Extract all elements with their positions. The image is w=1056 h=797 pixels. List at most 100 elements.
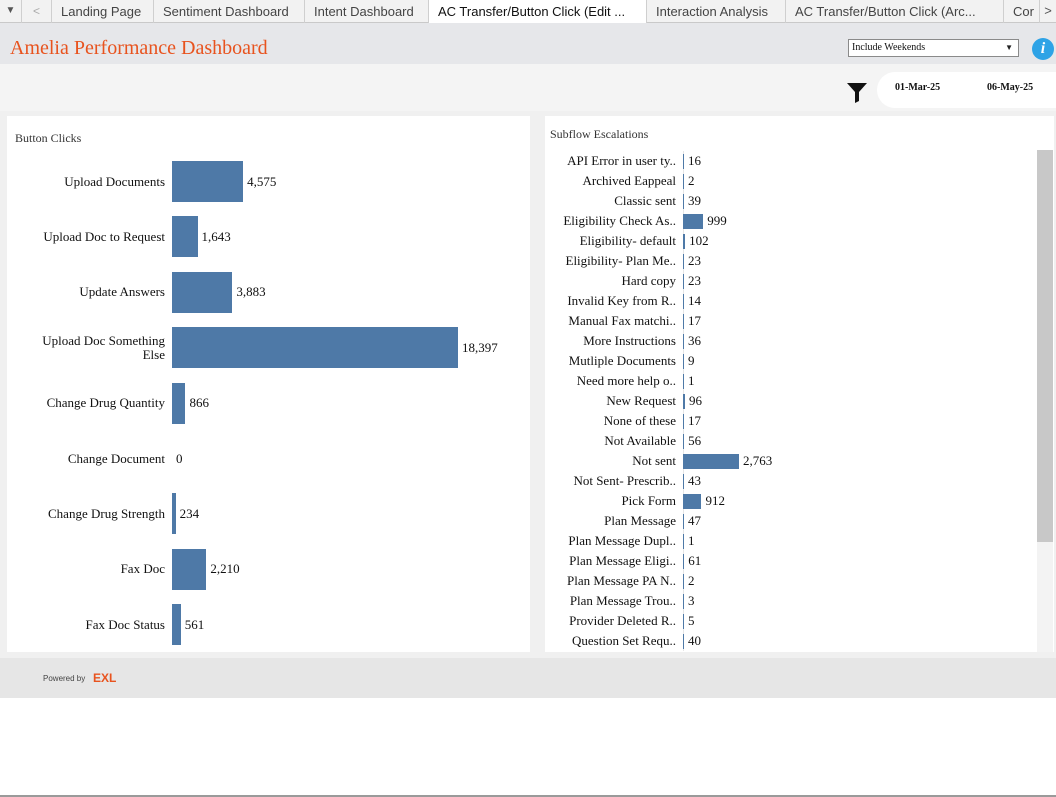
subflow-category-label: API Error in user ty..: [567, 153, 676, 168]
subflow-bar[interactable]: [683, 174, 684, 189]
subflow-category-label: Archived Eappeal: [582, 173, 676, 188]
button-clicks-bar[interactable]: [172, 382, 186, 424]
subflow-bar[interactable]: [683, 414, 684, 429]
subflow-category-label: None of these: [603, 413, 676, 428]
subflow-bar[interactable]: [683, 614, 684, 629]
chevron-down-icon: ▼: [1005, 43, 1013, 52]
subflow-category-label: Plan Message Dupl..: [568, 533, 676, 548]
tab-menu-button[interactable]: ▼: [0, 0, 22, 23]
tab-intent-dashboard[interactable]: Intent Dashboard: [305, 0, 429, 23]
subflow-value-label: 2: [688, 573, 695, 588]
tab-ac-transfer-archive[interactable]: AC Transfer/Button Click (Arc...: [786, 0, 1004, 23]
button-clicks-bar[interactable]: [172, 327, 458, 369]
tab-scroll-right-button[interactable]: >: [1040, 0, 1056, 23]
button-clicks-value-label: 561: [184, 616, 205, 632]
subflow-value-label: 1: [688, 533, 695, 548]
subflow-value-label: 1: [688, 373, 695, 388]
subflow-category-label: New Request: [606, 393, 676, 408]
button-clicks-bar[interactable]: [172, 548, 207, 590]
subflow-bar[interactable]: [683, 354, 684, 369]
subflow-category-label: Invalid Key from R..: [567, 293, 676, 308]
funnel-icon[interactable]: [846, 81, 868, 103]
subflow-value-label: 2: [688, 173, 695, 188]
button-clicks-value-label: 1,643: [201, 228, 231, 244]
button-clicks-value-label: 3,883: [236, 284, 266, 300]
subflow-value-label: 23: [688, 253, 701, 268]
subflow-value-label: 36: [688, 333, 701, 348]
subflow-bar[interactable]: [683, 294, 684, 309]
end-date[interactable]: 06-May-25: [987, 82, 1033, 93]
subflow-value-label: 912: [705, 493, 725, 508]
button-clicks-value-label: 866: [189, 395, 209, 411]
subflow-value-label: 96: [688, 393, 702, 408]
button-clicks-category-label: Update Answers: [79, 284, 165, 300]
weekend-filter-select[interactable]: Include Weekends ▼: [848, 39, 1019, 57]
button-clicks-category-label: Upload Doc Something Else: [42, 332, 165, 362]
button-clicks-value-label: 234: [179, 505, 200, 521]
tab-cor[interactable]: Cor: [1004, 0, 1040, 23]
subflow-bar[interactable]: [683, 474, 684, 489]
subflow-category-label: Hard copy: [621, 273, 676, 288]
button-clicks-bar[interactable]: [172, 161, 244, 202]
subflow-bar[interactable]: [683, 494, 702, 509]
button-clicks-bar[interactable]: [172, 604, 181, 646]
subflow-category-label: Mutliple Documents: [568, 353, 676, 368]
subflow-bar[interactable]: [683, 214, 704, 229]
subflow-bar[interactable]: [683, 334, 684, 349]
dashboard-header: Amelia Performance Dashboard Include Wee…: [0, 23, 1056, 64]
subflow-bar[interactable]: [683, 154, 684, 169]
subflow-category-label: Not Available: [604, 433, 676, 448]
subflow-bar[interactable]: [683, 194, 684, 209]
subflow-bar[interactable]: [683, 634, 684, 649]
subflow-bar[interactable]: [683, 274, 684, 289]
button-clicks-value-label: 2,210: [210, 561, 240, 577]
subflow-bar[interactable]: [683, 454, 739, 469]
tab-interaction-analysis[interactable]: Interaction Analysis: [647, 0, 786, 23]
subflow-value-label: 17: [688, 413, 701, 428]
footer: Powered by EXL: [0, 658, 1056, 698]
subflow-bar[interactable]: [683, 534, 684, 549]
tab-ac-transfer-edit[interactable]: AC Transfer/Button Click (Edit ...: [429, 0, 647, 24]
subflow-category-label: Eligibility- default: [579, 233, 676, 248]
weekend-filter-value: Include Weekends: [852, 42, 926, 53]
subflow-bar[interactable]: [683, 594, 684, 609]
button-clicks-value-label: 0: [176, 450, 183, 466]
tab-sentiment-dashboard[interactable]: Sentiment Dashboard: [154, 0, 305, 23]
tab-landing-page[interactable]: Landing Page: [52, 0, 154, 23]
start-date[interactable]: 01-Mar-25: [895, 82, 940, 93]
powered-by-label: Powered by: [43, 674, 86, 683]
subflow-bar[interactable]: [683, 574, 684, 589]
subflow-category-label: Need more help o..: [576, 373, 676, 388]
subflow-value-label: 56: [688, 433, 702, 448]
subflow-scrollbar-thumb[interactable]: [1037, 150, 1053, 542]
subflow-bar[interactable]: [683, 254, 684, 269]
tab-scroll-left-button[interactable]: <: [22, 0, 52, 23]
info-icon[interactable]: i: [1032, 38, 1054, 60]
subflow-bar[interactable]: [683, 434, 685, 449]
subflow-value-label: 2,763: [743, 453, 773, 468]
subflow-bar[interactable]: [683, 554, 685, 569]
subflow-escalations-panel: Subflow Escalations API Error in user ty…: [545, 116, 1054, 652]
button-clicks-category-label: Change Drug Strength: [48, 505, 165, 521]
subflow-category-label: Manual Fax matchi..: [568, 313, 676, 328]
subflow-bar[interactable]: [683, 314, 684, 329]
subflow-value-label: 61: [688, 553, 702, 568]
subflow-bar[interactable]: [683, 234, 686, 249]
subflow-category-label: Plan Message Eligi..: [569, 553, 676, 568]
button-clicks-category-label: Upload Doc to Request: [43, 228, 165, 244]
subflow-value-label: 47: [688, 513, 701, 528]
button-clicks-bar[interactable]: [172, 216, 198, 258]
subflow-escalations-title: Subflow Escalations: [550, 127, 649, 141]
button-clicks-category-label: Change Drug Quantity: [46, 395, 165, 411]
date-range-pill[interactable]: 01-Mar-25 06-May-25: [877, 72, 1056, 108]
tab-bar: ▼ < Landing Page Sentiment Dashboard Int…: [0, 0, 1056, 24]
subflow-bar[interactable]: [683, 374, 684, 389]
subflow-value-label: 14: [688, 293, 701, 308]
subflow-bar[interactable]: [683, 514, 684, 529]
button-clicks-bar[interactable]: [172, 271, 233, 313]
subflow-category-label: Not sent: [632, 453, 676, 468]
subflow-bar[interactable]: [683, 394, 685, 409]
subflow-category-label: Pick Form: [621, 493, 676, 508]
button-clicks-category-label: Fax Doc Status: [85, 616, 165, 632]
button-clicks-bar[interactable]: [172, 493, 176, 535]
